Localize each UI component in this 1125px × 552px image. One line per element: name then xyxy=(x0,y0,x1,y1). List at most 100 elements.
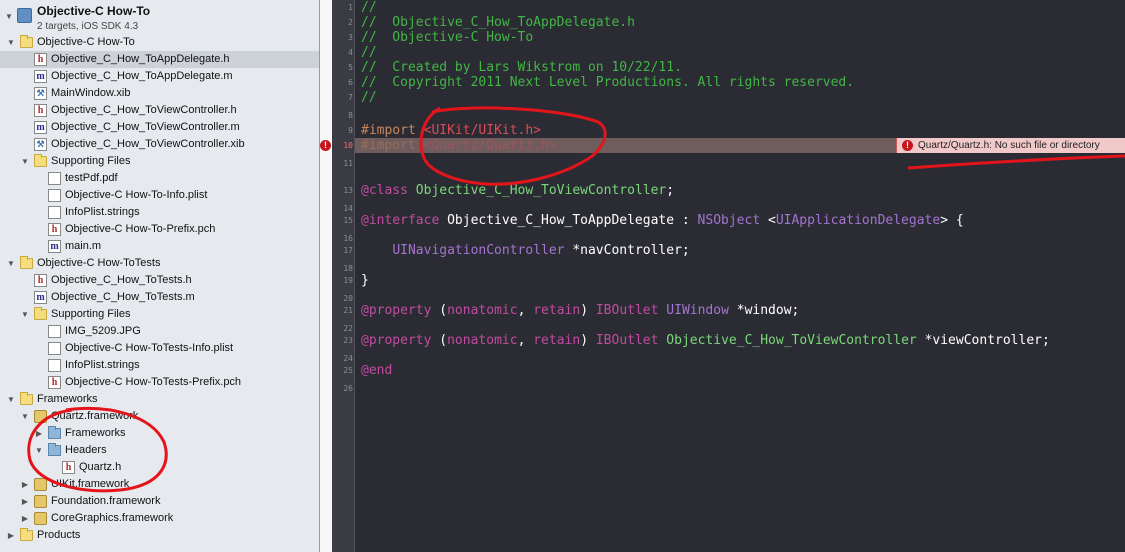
line-number: 18 xyxy=(343,264,353,273)
code-line[interactable]: // Objective_C_How_ToAppDelegate.h xyxy=(361,15,635,30)
code-line[interactable]: @class Objective_C_How_ToViewController; xyxy=(361,183,674,198)
navigator-file-row[interactable]: h Objective_C_How_ToViewController.h xyxy=(0,102,319,119)
line-number: 5 xyxy=(348,63,353,72)
line-number: 24 xyxy=(343,354,353,363)
navigator-file-row[interactable]: m main.m xyxy=(0,238,319,255)
code-line[interactable]: @property (nonatomic, retain) IBOutlet U… xyxy=(361,303,799,318)
error-annotation-bubble[interactable]: ! Quartz/Quartz.h: No such file or direc… xyxy=(896,138,1125,153)
navigator-file-row[interactable]: h Objective_C_How_ToAppDelegate.h xyxy=(0,51,319,68)
code-line[interactable]: UINavigationController *navController; xyxy=(361,243,689,258)
code-token: , xyxy=(517,303,534,318)
disclosure-triangle-icon[interactable]: ▼ xyxy=(6,391,16,408)
code-line[interactable]: } xyxy=(361,273,369,288)
navigator-file-row[interactable]: m Objective_C_How_ToAppDelegate.m xyxy=(0,68,319,85)
navigator-file-row[interactable]: m Objective_C_How_ToTests.m xyxy=(0,289,319,306)
code-token: <Quartz/Quartz.h> xyxy=(423,138,557,153)
navigator-file-row[interactable]: Objective-C How-ToTests-Info.plist xyxy=(0,340,319,357)
navigator-item-label: Quartz.h xyxy=(79,461,122,473)
document-icon xyxy=(48,206,61,219)
disclosure-triangle-icon[interactable]: ▶ xyxy=(34,425,44,442)
code-token: @class xyxy=(361,183,416,198)
code-line[interactable]: #import <Quartz/Quartz.h> xyxy=(361,138,557,153)
code-line[interactable]: // Objective-C How-To xyxy=(361,30,533,45)
code-line[interactable]: // xyxy=(361,0,377,15)
code-token: IBOutlet xyxy=(595,333,659,348)
navigator-item-label: Foundation.framework xyxy=(51,495,161,507)
disclosure-triangle-icon[interactable]: ▶ xyxy=(20,493,30,510)
navigator-file-row[interactable]: Objective-C How-To-Info.plist xyxy=(0,187,319,204)
blue-folder-icon xyxy=(48,443,61,456)
navigator-file-row[interactable]: h Objective-C How-ToTests-Prefix.pch xyxy=(0,374,319,391)
navigator-group-row[interactable]: ▶ Foundation.framework xyxy=(0,493,319,510)
code-token: ( xyxy=(431,303,448,318)
code-token: ) xyxy=(580,303,596,318)
code-token: UIWindow xyxy=(666,303,729,318)
navigator-group-row[interactable]: ▼ Supporting Files xyxy=(0,153,319,170)
navigator-item-label: Objective_C_How_ToTests.h xyxy=(51,274,192,286)
code-line[interactable]: @property (nonatomic, retain) IBOutlet O… xyxy=(361,333,1050,348)
disclosure-triangle-icon[interactable]: ▶ xyxy=(20,476,30,493)
navigator-group-row[interactable]: ▶ UIKit.framework xyxy=(0,476,319,493)
code-token: ) xyxy=(580,333,596,348)
navigator-item-label: Supporting Files xyxy=(51,155,131,167)
navigator-file-row[interactable]: h Objective_C_How_ToTests.h xyxy=(0,272,319,289)
code-token: nonatomic xyxy=(447,303,518,318)
disclosure-triangle-icon[interactable]: ▼ xyxy=(20,408,30,425)
navigator-file-row[interactable]: InfoPlist.strings xyxy=(0,357,319,374)
project-root-row[interactable]: ▼ Objective-C How-To 2 targets, iOS SDK … xyxy=(0,0,319,34)
navigator-group-row[interactable]: ▶ Frameworks xyxy=(0,425,319,442)
error-message: Quartz/Quartz.h: No such file or directo… xyxy=(918,140,1100,151)
navigator-group-row[interactable]: ▶ CoreGraphics.framework xyxy=(0,510,319,527)
navigator-group-row[interactable]: ▼ Objective-C How-ToTests xyxy=(0,255,319,272)
disclosure-triangle-icon[interactable]: ▼ xyxy=(6,34,16,51)
disclosure-triangle-icon[interactable]: ▼ xyxy=(6,255,16,272)
code-token: NSObject xyxy=(697,213,761,228)
code-token: // xyxy=(361,0,377,15)
navigator-group-row[interactable]: ▼ Frameworks xyxy=(0,391,319,408)
navigator-file-row[interactable]: ⚒ Objective_C_How_ToViewController.xib xyxy=(0,136,319,153)
header-file-icon: h xyxy=(34,104,47,117)
line-number: 26 xyxy=(343,384,353,393)
disclosure-triangle-icon[interactable]: ▼ xyxy=(4,8,14,25)
navigator-file-row[interactable]: m Objective_C_How_ToViewController.m xyxy=(0,119,319,136)
code-line[interactable]: #import <UIKit/UIKit.h> xyxy=(361,123,541,138)
document-icon xyxy=(48,172,61,185)
navigator-file-row[interactable]: h Objective-C How-To-Prefix.pch xyxy=(0,221,319,238)
code-token: retain xyxy=(533,333,581,348)
navigator-group-row[interactable]: ▼ Supporting Files xyxy=(0,306,319,323)
navigator-group-row[interactable]: ▼ Objective-C How-To xyxy=(0,34,319,51)
code-line[interactable]: // xyxy=(361,90,377,105)
navigator-file-row[interactable]: IMG_5209.JPG xyxy=(0,323,319,340)
framework-icon xyxy=(34,478,47,491)
navigator-group-row[interactable]: ▼ Headers xyxy=(0,442,319,459)
code-line[interactable]: @interface Objective_C_How_ToAppDelegate… xyxy=(361,213,964,228)
source-editor[interactable]: //// Objective_C_How_ToAppDelegate.h// O… xyxy=(355,0,1125,552)
folder-icon xyxy=(20,392,33,405)
line-number: 25 xyxy=(343,366,353,375)
code-line[interactable]: @end xyxy=(361,363,392,378)
xib-file-icon: ⚒ xyxy=(34,87,47,100)
code-line[interactable]: // Copyright 2011 Next Level Productions… xyxy=(361,75,854,90)
disclosure-triangle-icon[interactable]: ▼ xyxy=(20,306,30,323)
code-token: Objective_C_How_ToAppDelegate : xyxy=(447,213,698,228)
navigator-file-row[interactable]: testPdf.pdf xyxy=(0,170,319,187)
disclosure-triangle-icon[interactable]: ▶ xyxy=(6,527,16,544)
code-line[interactable]: // Created by Lars Wikstrom on 10/22/11. xyxy=(361,60,682,75)
code-line[interactable]: // xyxy=(361,45,377,60)
navigator-file-row[interactable]: h Quartz.h xyxy=(0,459,319,476)
gutter-error-icon[interactable]: ! xyxy=(320,140,331,151)
navigator-group-row[interactable]: ▼ Quartz.framework xyxy=(0,408,319,425)
navigator-item-label: Objective-C How-To xyxy=(37,36,135,48)
header-file-icon: h xyxy=(34,274,47,287)
disclosure-triangle-icon[interactable]: ▼ xyxy=(20,153,30,170)
navigator-file-row[interactable]: ⚒ MainWindow.xib xyxy=(0,85,319,102)
line-number: 20 xyxy=(343,294,353,303)
disclosure-triangle-icon[interactable]: ▶ xyxy=(20,510,30,527)
document-icon xyxy=(48,325,61,338)
code-token: // Objective-C How-To xyxy=(361,30,534,45)
navigator-file-row[interactable]: InfoPlist.strings xyxy=(0,204,319,221)
editor-margin xyxy=(320,0,332,552)
navigator-group-row[interactable]: ▶ Products xyxy=(0,527,319,544)
disclosure-triangle-icon[interactable]: ▼ xyxy=(34,442,44,459)
